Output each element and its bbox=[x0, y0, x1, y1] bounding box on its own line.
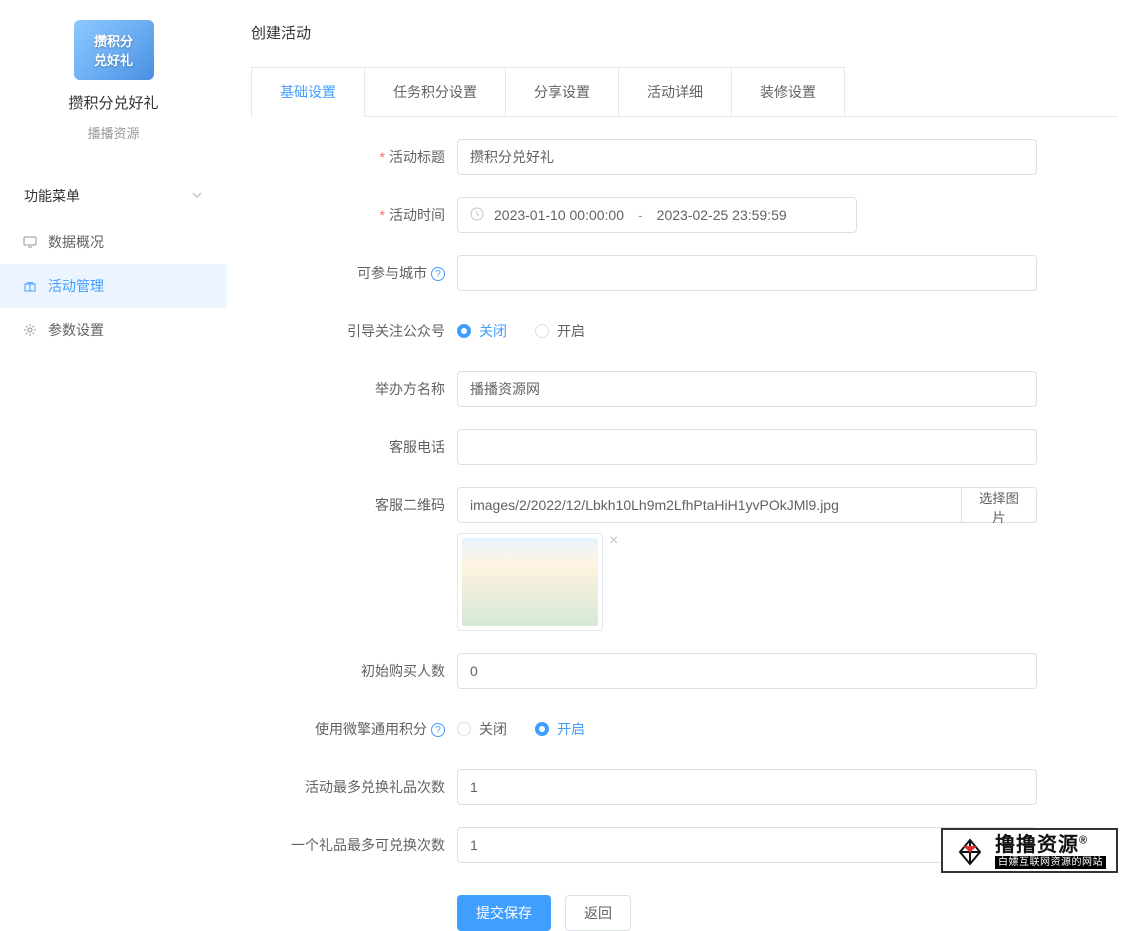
label-max-redeem: 活动最多兑换礼品次数 bbox=[251, 769, 457, 805]
submit-button[interactable]: 提交保存 bbox=[457, 895, 551, 931]
label-activity-time: 活动时间 bbox=[251, 197, 457, 233]
input-city[interactable] bbox=[457, 255, 1037, 291]
page-title: 创建活动 bbox=[251, 0, 1118, 67]
radio-points-close[interactable]: 关闭 bbox=[457, 719, 507, 739]
label-initial-buyers: 初始购买人数 bbox=[251, 653, 457, 689]
input-qr-path[interactable] bbox=[457, 487, 962, 523]
close-icon[interactable]: × bbox=[609, 533, 618, 549]
input-organizer[interactable] bbox=[457, 371, 1037, 407]
sidebar-item-label: 参数设置 bbox=[48, 320, 104, 340]
radio-follow-close[interactable]: 关闭 bbox=[457, 321, 507, 341]
logo-text-2: 兑好礼 bbox=[94, 50, 133, 69]
select-image-button[interactable]: 选择图片 bbox=[962, 487, 1037, 523]
clock-icon bbox=[470, 207, 484, 224]
sidebar-item-label: 数据概况 bbox=[48, 232, 104, 252]
sidebar-item-activity[interactable]: 活动管理 bbox=[0, 264, 227, 308]
label-use-points: 使用微擎通用积分? bbox=[251, 711, 457, 747]
tab-share[interactable]: 分享设置 bbox=[505, 67, 619, 116]
gift-icon bbox=[22, 278, 38, 294]
main-content: 创建活动 基础设置 任务积分设置 分享设置 活动详细 装修设置 活动标题 活动时… bbox=[227, 0, 1142, 879]
chevron-down-icon bbox=[191, 188, 203, 204]
input-activity-time[interactable]: 2023-01-10 00:00:00 - 2023-02-25 23:59:5… bbox=[457, 197, 857, 233]
image-preview bbox=[457, 533, 603, 631]
label-follow: 引导关注公众号 bbox=[251, 313, 457, 349]
radio-group-use-points: 关闭 开启 bbox=[457, 711, 1037, 747]
sidebar-item-settings[interactable]: 参数设置 bbox=[0, 308, 227, 352]
menu-head-label: 功能菜单 bbox=[24, 186, 80, 206]
date-start: 2023-01-10 00:00:00 bbox=[494, 207, 624, 223]
label-organizer: 举办方名称 bbox=[251, 371, 457, 407]
date-end: 2023-02-25 23:59:59 bbox=[657, 207, 787, 223]
tab-bar: 基础设置 任务积分设置 分享设置 活动详细 装修设置 bbox=[251, 67, 1118, 117]
watermark-logo-icon bbox=[953, 835, 987, 869]
tab-decoration[interactable]: 装修设置 bbox=[731, 67, 845, 116]
label-city: 可参与城市? bbox=[251, 255, 457, 291]
watermark: 撸撸资源® 白嫖互联网资源的网站 bbox=[941, 828, 1118, 873]
label-qr: 客服二维码 bbox=[251, 487, 457, 523]
form: 活动标题 活动时间 2023-01-10 00:00:00 - 2023-02-… bbox=[251, 139, 1118, 931]
input-initial-buyers[interactable] bbox=[457, 653, 1037, 689]
watermark-title: 撸撸资源® bbox=[995, 834, 1106, 856]
radio-group-follow: 关闭 开启 bbox=[457, 313, 1037, 349]
tab-basic[interactable]: 基础设置 bbox=[251, 67, 365, 117]
label-service-tel: 客服电话 bbox=[251, 429, 457, 465]
help-icon[interactable]: ? bbox=[431, 723, 445, 737]
label-activity-title: 活动标题 bbox=[251, 139, 457, 175]
radio-follow-open[interactable]: 开启 bbox=[535, 321, 585, 341]
input-max-redeem[interactable] bbox=[457, 769, 1037, 805]
tab-task-points[interactable]: 任务积分设置 bbox=[364, 67, 506, 116]
monitor-icon bbox=[22, 234, 38, 250]
app-subtitle: 播播资源 bbox=[0, 123, 227, 142]
sidebar-header: 攒积分 兑好礼 攒积分兑好礼 播播资源 bbox=[0, 0, 227, 152]
help-icon[interactable]: ? bbox=[431, 267, 445, 281]
sidebar-item-dashboard[interactable]: 数据概况 bbox=[0, 220, 227, 264]
sidebar: 攒积分 兑好礼 攒积分兑好礼 播播资源 功能菜单 数据概况 活动管理 参数设置 bbox=[0, 0, 227, 879]
watermark-subtitle: 白嫖互联网资源的网站 bbox=[995, 856, 1106, 869]
sidebar-item-label: 活动管理 bbox=[48, 276, 104, 296]
tab-detail[interactable]: 活动详细 bbox=[618, 67, 732, 116]
label-per-gift: 一个礼品最多可兑换次数 bbox=[251, 827, 457, 863]
app-title: 攒积分兑好礼 bbox=[0, 92, 227, 113]
menu-head[interactable]: 功能菜单 bbox=[0, 172, 227, 220]
input-activity-title[interactable] bbox=[457, 139, 1037, 175]
input-service-tel[interactable] bbox=[457, 429, 1037, 465]
gear-icon bbox=[22, 322, 38, 338]
radio-points-open[interactable]: 开启 bbox=[535, 719, 585, 739]
date-separator: - bbox=[634, 207, 647, 223]
logo-text-1: 攒积分 bbox=[94, 31, 133, 50]
app-logo: 攒积分 兑好礼 bbox=[74, 20, 154, 80]
back-button[interactable]: 返回 bbox=[565, 895, 631, 931]
